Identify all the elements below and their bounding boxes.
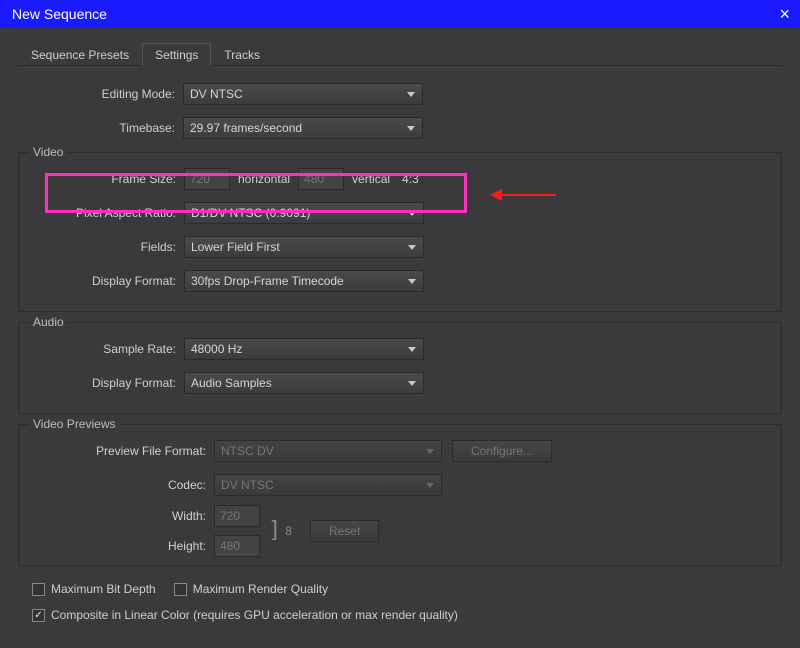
frame-size-label: Frame Size:	[19, 172, 184, 186]
frame-width-input[interactable]: 720	[184, 168, 230, 190]
preview-height-input: 480	[214, 535, 260, 557]
titlebar: New Sequence ×	[0, 0, 800, 28]
composite-linear-label: Composite in Linear Color (requires GPU …	[51, 608, 458, 622]
tab-sequence-presets[interactable]: Sequence Presets	[18, 43, 142, 66]
max-render-quality-checkbox[interactable]: Maximum Render Quality	[174, 582, 328, 596]
editing-mode-label: Editing Mode:	[18, 87, 183, 101]
audio-display-format-value: Audio Samples	[191, 376, 272, 390]
link-bracket-icon: ]	[268, 521, 281, 541]
sample-rate-select[interactable]: 48000 Hz	[184, 338, 424, 360]
par-select[interactable]: D1/DV NTSC (0.9091)	[184, 202, 424, 224]
checkbox-icon	[174, 583, 187, 596]
codec-value: DV NTSC	[221, 478, 274, 492]
max-bit-depth-checkbox[interactable]: Maximum Bit Depth	[32, 582, 156, 596]
timebase-label: Timebase:	[18, 121, 183, 135]
preview-width-label: Width:	[64, 509, 214, 523]
editing-mode-select[interactable]: DV NTSC	[183, 83, 423, 105]
video-display-format-select[interactable]: 30fps Drop-Frame Timecode	[184, 270, 424, 292]
fields-select[interactable]: Lower Field First	[184, 236, 424, 258]
tab-tracks[interactable]: Tracks	[211, 43, 273, 66]
video-display-format-label: Display Format:	[19, 274, 184, 288]
par-label: Pixel Aspect Ratio:	[19, 206, 184, 220]
chevron-down-icon	[405, 376, 419, 390]
timebase-select[interactable]: 29.97 frames/second	[183, 117, 423, 139]
max-bit-depth-label: Maximum Bit Depth	[51, 582, 156, 596]
reset-button: Reset	[310, 520, 379, 542]
vertical-label: vertical	[344, 172, 398, 186]
horizontal-label: horizontal	[230, 172, 298, 186]
chevron-down-icon	[405, 240, 419, 254]
preview-file-format-label: Preview File Format:	[19, 444, 214, 458]
window-title: New Sequence	[12, 6, 107, 22]
video-previews-group: Video Previews Preview File Format: NTSC…	[18, 424, 782, 566]
close-icon[interactable]: ×	[779, 5, 790, 23]
video-group: Video Frame Size: 720 horizontal 480 ver…	[18, 152, 782, 312]
par-value: D1/DV NTSC (0.9091)	[191, 206, 310, 220]
checkbox-icon: ✓	[32, 609, 45, 622]
audio-display-format-select[interactable]: Audio Samples	[184, 372, 424, 394]
chevron-down-icon	[405, 206, 419, 220]
tabs: Sequence Presets Settings Tracks	[18, 42, 782, 66]
tab-settings[interactable]: Settings	[142, 43, 211, 66]
chevron-down-icon	[404, 121, 418, 135]
chevron-down-icon	[423, 444, 437, 458]
video-previews-title: Video Previews	[29, 417, 120, 431]
preview-file-format-select: NTSC DV	[214, 440, 442, 462]
chevron-down-icon	[404, 87, 418, 101]
audio-group: Audio Sample Rate: 48000 Hz Display Form…	[18, 322, 782, 414]
fields-label: Fields:	[19, 240, 184, 254]
aspect-ratio: 4:3	[398, 172, 427, 186]
max-render-quality-label: Maximum Render Quality	[193, 582, 328, 596]
codec-label: Codec:	[19, 478, 214, 492]
video-group-title: Video	[29, 145, 67, 159]
composite-linear-checkbox[interactable]: ✓ Composite in Linear Color (requires GP…	[32, 608, 458, 622]
configure-button: Configure...	[452, 440, 552, 462]
preview-width-input: 720	[214, 505, 260, 527]
timebase-value: 29.97 frames/second	[190, 121, 302, 135]
chevron-down-icon	[405, 342, 419, 356]
checkbox-icon	[32, 583, 45, 596]
frame-height-input[interactable]: 480	[298, 168, 344, 190]
chevron-down-icon	[405, 274, 419, 288]
chevron-down-icon	[423, 478, 437, 492]
sample-rate-label: Sample Rate:	[19, 342, 184, 356]
audio-group-title: Audio	[29, 315, 68, 329]
link-dimensions-icon[interactable]: 8	[285, 524, 292, 538]
audio-display-format-label: Display Format:	[19, 376, 184, 390]
fields-value: Lower Field First	[191, 240, 280, 254]
preview-file-format-value: NTSC DV	[221, 444, 274, 458]
video-display-format-value: 30fps Drop-Frame Timecode	[191, 274, 344, 288]
codec-select: DV NTSC	[214, 474, 442, 496]
preview-height-label: Height:	[64, 539, 214, 553]
editing-mode-value: DV NTSC	[190, 87, 243, 101]
sample-rate-value: 48000 Hz	[191, 342, 242, 356]
